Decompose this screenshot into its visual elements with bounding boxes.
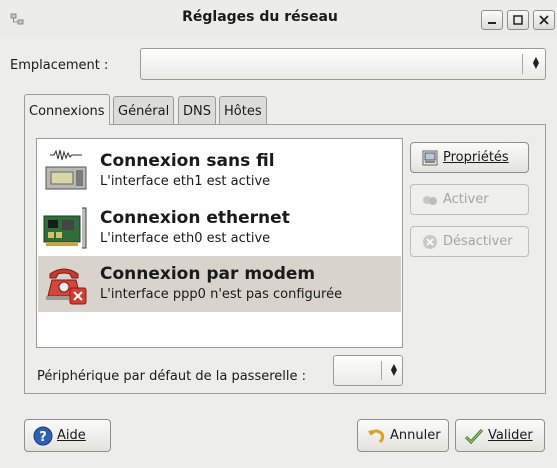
modem-phone-icon (46, 268, 87, 305)
close-icon (539, 15, 549, 25)
activate-button[interactable]: Activer (410, 184, 529, 215)
help-icon: ? (33, 426, 53, 445)
properties-button[interactable]: Propriétés (410, 142, 529, 173)
undo-icon (368, 429, 385, 443)
connection-status: L'interface eth0 est active (100, 231, 271, 246)
minimize-icon (488, 22, 496, 24)
minimize-button[interactable] (481, 10, 503, 30)
activate-label: Activer (443, 192, 489, 207)
connection-row-ethernet[interactable]: Connexion ethernet L'interface eth0 est … (38, 200, 401, 256)
ethernet-card-icon (43, 207, 87, 249)
updown-arrows-icon: ▲ ▼ (532, 55, 539, 70)
activate-icon (423, 195, 437, 205)
connection-status: L'interface ppp0 n'est pas configurée (100, 287, 343, 302)
properties-icon (422, 150, 438, 165)
tab-hotes[interactable]: Hôtes (219, 96, 267, 125)
ok-label: Valider (488, 428, 533, 443)
connection-title: Connexion ethernet (100, 208, 290, 228)
connection-status: L'interface eth1 est active (100, 174, 271, 189)
help-button[interactable]: ? Aide (24, 419, 111, 452)
maximize-button[interactable] (507, 10, 529, 30)
connection-title: Connexion par modem (100, 264, 316, 284)
connection-title: Connexion sans fil (100, 151, 275, 171)
deactivate-label: Désactiver (443, 234, 513, 249)
cancel-label: Annuler (390, 428, 441, 443)
ok-button[interactable]: Valider (455, 419, 545, 452)
deactivate-button[interactable]: Désactiver (410, 226, 529, 257)
location-combobox[interactable]: ▲ ▼ (140, 48, 546, 80)
connection-row-wireless[interactable]: Connexion sans fil L'interface eth1 est … (38, 143, 401, 199)
wireless-card-icon (45, 149, 87, 190)
window-title: Réglages du réseau (182, 9, 338, 25)
connection-row-modem[interactable]: Connexion par modem L'interface ppp0 n'e… (38, 256, 401, 312)
tab-general[interactable]: Général (113, 96, 175, 125)
deactivate-icon (423, 234, 437, 249)
maximize-icon (513, 15, 523, 25)
properties-label: Propriétés (443, 150, 509, 165)
close-button[interactable] (533, 10, 555, 30)
checkmark-icon (464, 428, 484, 444)
updown-arrows-icon: ▲ ▼ (390, 362, 397, 377)
cancel-button[interactable]: Annuler (357, 419, 449, 452)
gateway-combobox[interactable]: ▲ ▼ (333, 355, 403, 386)
help-label: Aide (57, 428, 86, 443)
svg-text:?: ? (39, 430, 47, 445)
tab-dns[interactable]: DNS (178, 96, 216, 125)
tab-connexions[interactable]: Connexions (24, 94, 110, 125)
title-bar: Réglages du réseau (0, 0, 557, 38)
gateway-label: Périphérique par défaut de la passerelle… (37, 369, 307, 384)
connection-list[interactable]: Connexion sans fil L'interface eth1 est … (36, 138, 403, 348)
location-label: Emplacement : (10, 58, 109, 73)
